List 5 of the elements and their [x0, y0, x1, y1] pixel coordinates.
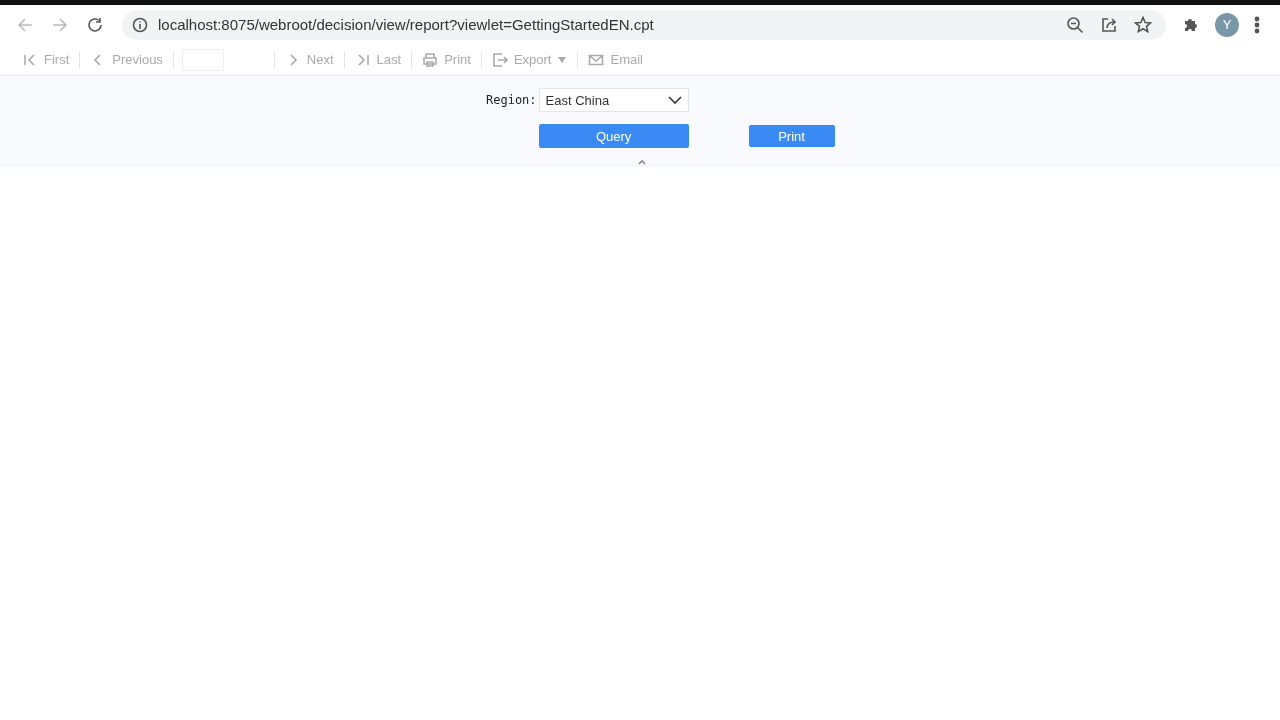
profile-avatar[interactable]: Y [1215, 12, 1239, 37]
region-select[interactable]: East China [538, 88, 689, 112]
query-button[interactable]: Query [538, 124, 689, 148]
region-label: Region: [486, 93, 537, 107]
print-button[interactable]: Print [748, 125, 835, 147]
